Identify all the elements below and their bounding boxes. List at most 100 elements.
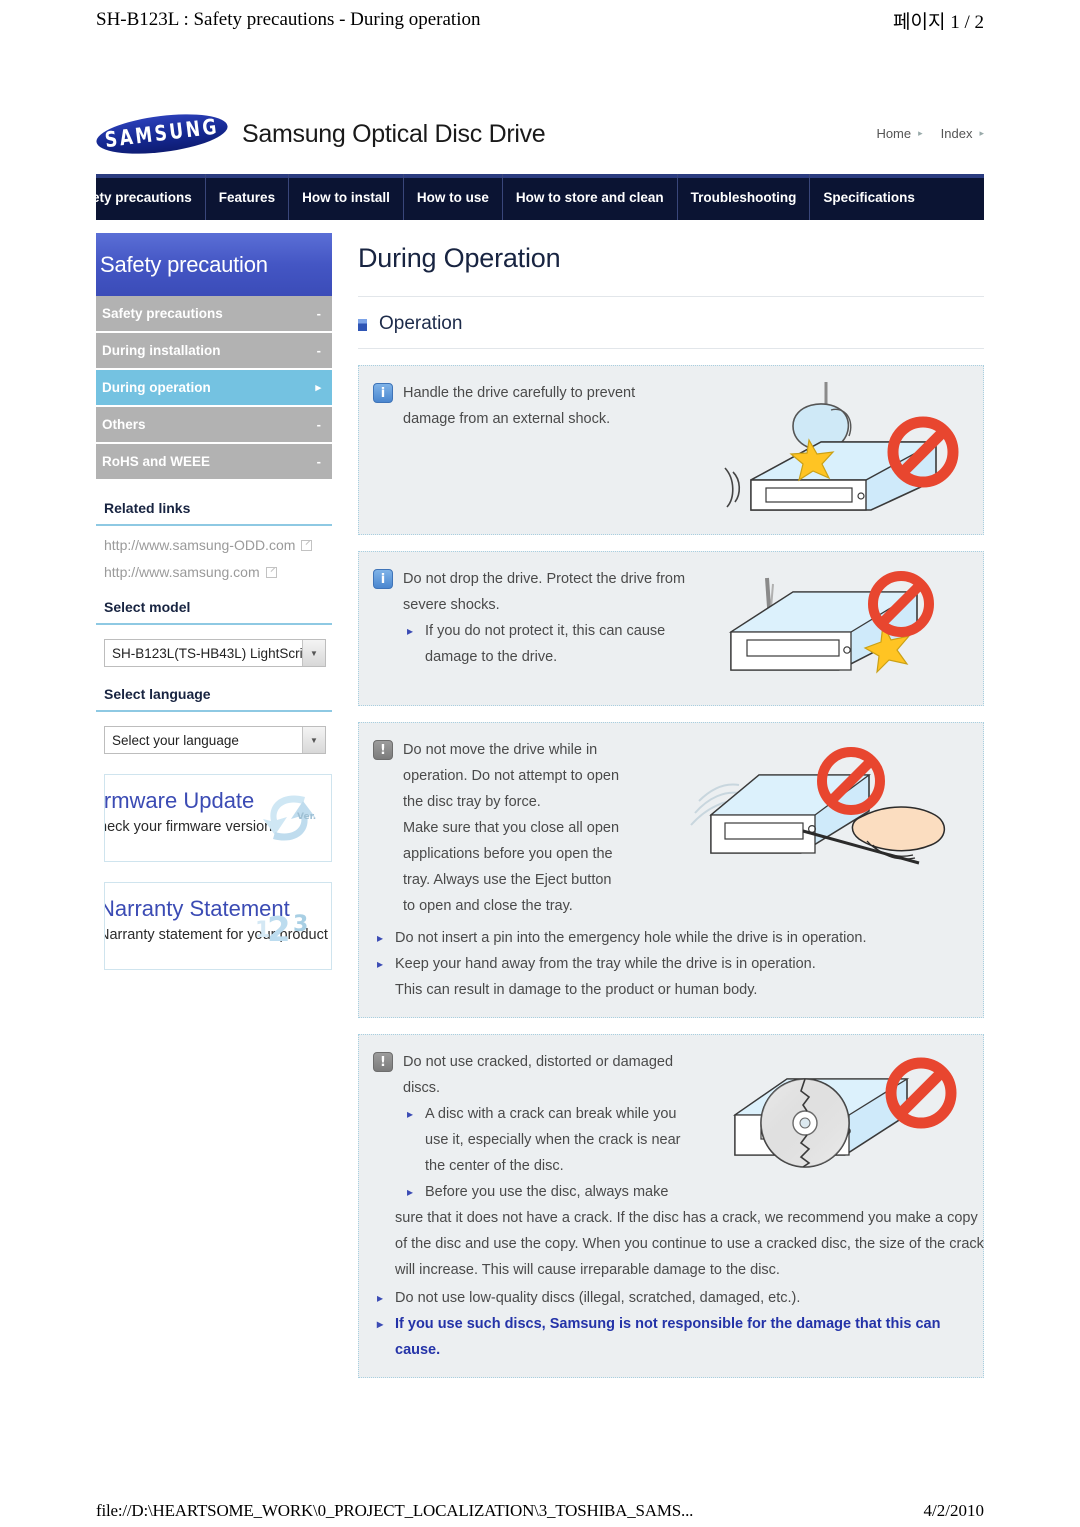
panel-paragraph: sure that it does not have a crack. If t… bbox=[395, 1210, 984, 1278]
tab-specifications[interactable]: Specifications bbox=[810, 174, 984, 220]
info-icon: i bbox=[373, 383, 393, 403]
sidebar-item-rohs-and-weee[interactable]: RoHS and WEEE - bbox=[96, 444, 332, 481]
related-link-samsung[interactable]: http://www.samsung.com bbox=[96, 553, 332, 580]
bullet-item: Do not insert a pin into the emergency h… bbox=[373, 925, 971, 951]
sidebar-item-label: RoHS and WEEE bbox=[102, 454, 211, 469]
section-heading-label: Operation bbox=[379, 313, 463, 334]
panel-line: severe shocks. bbox=[403, 597, 500, 613]
print-header: SH-B123L : Safety precautions - During o… bbox=[0, 0, 1080, 40]
chevron-right-icon: ▸ bbox=[979, 128, 984, 138]
bullet-item-cont: use it, especially when the crack is nea… bbox=[425, 1132, 681, 1148]
bullet-item: If you do not protect it, this can cause bbox=[403, 618, 685, 644]
related-link-samsung-odd[interactable]: http://www.samsung-ODD.com bbox=[96, 526, 332, 553]
svg-text:2: 2 bbox=[267, 910, 291, 950]
dash-icon: - bbox=[316, 454, 321, 469]
svg-text:Ver.: Ver. bbox=[297, 812, 316, 822]
tab-safety-precautions[interactable]: afety precautions bbox=[96, 174, 206, 220]
sidebar: Safety precaution Safety precautions - D… bbox=[96, 233, 332, 970]
sidebar-header: Safety precaution bbox=[96, 233, 332, 296]
firmware-update-title: irmware Update bbox=[104, 788, 255, 813]
warning-icon: ! bbox=[373, 740, 393, 760]
print-header-page: 페이지 1 / 2 bbox=[893, 11, 984, 33]
sidebar-item-safety-precautions[interactable]: Safety precautions - bbox=[96, 296, 332, 333]
firmware-update-subtitle: heck your firmware version. bbox=[104, 819, 277, 835]
index-link-label: Index bbox=[940, 126, 973, 141]
print-footer-date: 4/2/2010 bbox=[923, 1501, 984, 1520]
firmware-update-box[interactable]: irmware Update heck your firmware versio… bbox=[104, 774, 332, 862]
bullet-item-emphasis: If you use such discs, Samsung is not re… bbox=[373, 1311, 971, 1363]
dash-icon: - bbox=[316, 417, 321, 432]
panel-text: Do not drop the drive. Protect the drive… bbox=[403, 566, 685, 670]
sidebar-nav: Safety precautions - During installation… bbox=[96, 296, 332, 481]
sidebar-header-label: Safety precaution bbox=[100, 251, 268, 277]
bullet-item-cont: damage to the drive. bbox=[425, 649, 558, 665]
tab-troubleshooting[interactable]: Troubleshooting bbox=[677, 174, 811, 220]
bullet-item-cont: This can result in damage to the product… bbox=[395, 982, 758, 998]
tab-label: How to install bbox=[302, 189, 390, 205]
tab-how-to-use[interactable]: How to use bbox=[403, 174, 503, 220]
select-model-heading: Select model bbox=[96, 599, 332, 625]
bullet-item: Before you use the disc, always make bbox=[403, 1179, 681, 1205]
tab-how-to-install[interactable]: How to install bbox=[289, 174, 404, 220]
panel-line: discs. bbox=[403, 1080, 441, 1096]
tab-features[interactable]: Features bbox=[205, 174, 290, 220]
tab-how-to-store-and-clean[interactable]: How to store and clean bbox=[502, 174, 678, 220]
sidebar-item-label: During operation bbox=[102, 380, 211, 395]
bullet-item: Do not use low-quality discs (illegal, s… bbox=[373, 1285, 971, 1311]
related-links-heading: Related links bbox=[96, 500, 332, 526]
page-title: During Operation bbox=[358, 243, 561, 273]
panel-line: applications before you open the bbox=[403, 846, 613, 862]
sidebar-item-others[interactable]: Others - bbox=[96, 407, 332, 444]
panel-text: Do not move the drive while in operation… bbox=[403, 737, 619, 919]
info-icon: i bbox=[373, 569, 393, 589]
precaution-panel-4: ! Do not use cracked, distorted or damag… bbox=[358, 1034, 984, 1378]
print-footer: file://D:\HEARTSOME_WORK\0_PROJECT_LOCAL… bbox=[0, 1501, 1080, 1521]
section-heading: Operation bbox=[358, 313, 984, 349]
refresh-arrows-icon: Ver. bbox=[263, 795, 316, 841]
print-footer-path: file://D:\HEARTSOME_WORK\0_PROJECT_LOCAL… bbox=[96, 1501, 694, 1520]
svg-text:3: 3 bbox=[293, 912, 308, 937]
dash-icon: - bbox=[316, 306, 321, 321]
panel-line: operation. Do not attempt to open bbox=[403, 768, 620, 784]
panel-line: damage from an external shock. bbox=[403, 411, 611, 427]
chevron-right-icon: ▸ bbox=[918, 128, 923, 138]
title-divider bbox=[358, 296, 984, 297]
panel-text: Do not use cracked, distorted or damaged… bbox=[403, 1049, 681, 1205]
chevron-down-icon[interactable]: ▼ bbox=[302, 640, 325, 666]
sidebar-item-during-operation[interactable]: During operation ▸ bbox=[96, 370, 332, 407]
sidebar-item-label: Others bbox=[102, 417, 146, 432]
tab-label: How to store and clean bbox=[515, 189, 664, 205]
brand-bar: SAMSUNG Samsung Optical Disc Drive Home … bbox=[94, 96, 984, 172]
sidebar-item-label: Safety precautions bbox=[102, 306, 223, 321]
bullet-item: A disc with a crack can break while you bbox=[403, 1101, 681, 1127]
main-tab-bar: afety precautions Features How to instal… bbox=[96, 174, 984, 220]
precaution-panel-3: ! Do not move the drive while in operati… bbox=[358, 722, 984, 1018]
illustration-drive-drop bbox=[721, 566, 971, 691]
chevron-down-icon[interactable]: ▼ bbox=[302, 727, 325, 753]
panel-text: Handle the drive carefully to prevent da… bbox=[403, 380, 635, 432]
panel-line: Do not use cracked, distorted or damaged bbox=[403, 1054, 674, 1070]
language-select[interactable]: Select your language ▼ bbox=[104, 726, 326, 754]
model-select-value: SH-B123L(TS-HB43L) LightScrib bbox=[112, 645, 302, 661]
home-link-label: Home bbox=[876, 126, 912, 141]
external-link-icon bbox=[265, 566, 277, 578]
panel-bullet-list-wide: Do not use low-quality discs (illegal, s… bbox=[373, 1285, 971, 1363]
panel-line: Do not move the drive while in bbox=[403, 742, 598, 758]
home-link[interactable]: Home ▸ bbox=[876, 126, 922, 141]
panel-line: Do not drop the drive. Protect the drive… bbox=[403, 571, 686, 587]
numbers-123-icon: 1 2 3 bbox=[255, 910, 308, 950]
section-bullet-icon bbox=[358, 318, 367, 331]
bullet-item-cont: the center of the disc. bbox=[425, 1158, 564, 1174]
warranty-statement-box[interactable]: Narranty Statement Narranty statement fo… bbox=[104, 882, 332, 970]
tab-label: Features bbox=[218, 189, 276, 205]
related-link-label: http://www.samsung-ODD.com bbox=[104, 537, 296, 553]
illustration-drive-pin bbox=[681, 741, 971, 866]
index-link[interactable]: Index ▸ bbox=[941, 126, 984, 141]
chevron-right-icon: ▸ bbox=[315, 382, 321, 394]
main-content: During Operation Operation i Handle the … bbox=[358, 233, 984, 1378]
model-select[interactable]: SH-B123L(TS-HB43L) LightScrib ▼ bbox=[104, 639, 326, 667]
tab-label: Troubleshooting bbox=[690, 189, 797, 205]
sidebar-item-label: During installation bbox=[102, 343, 221, 358]
sidebar-item-during-installation[interactable]: During installation - bbox=[96, 333, 332, 370]
panel-line: Handle the drive carefully to prevent bbox=[403, 385, 636, 401]
